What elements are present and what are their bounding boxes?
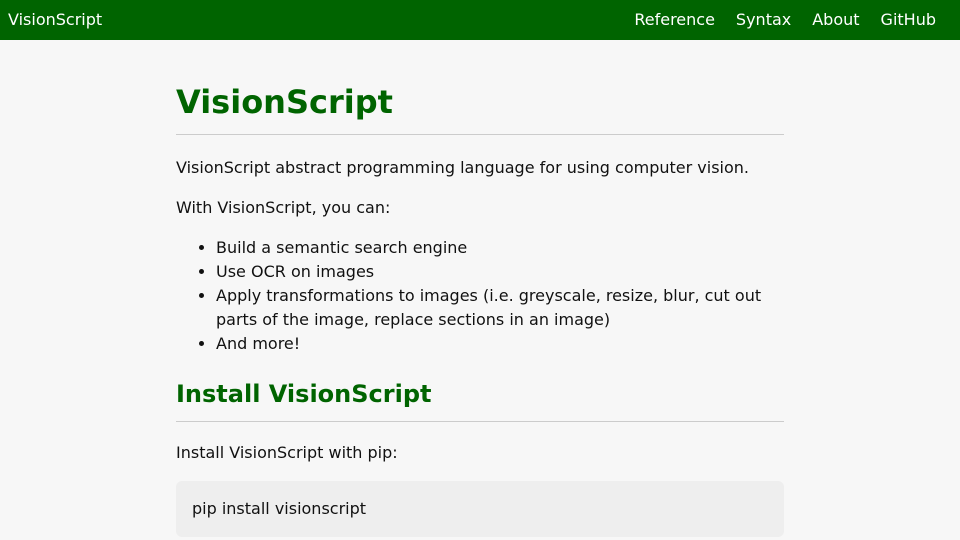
list-item: And more! xyxy=(216,332,784,356)
main-content: VisionScript VisionScript abstract progr… xyxy=(176,40,784,537)
top-navbar: VisionScript Reference Syntax About GitH… xyxy=(0,0,960,40)
list-item: Use OCR on images xyxy=(216,260,784,284)
nav-link-syntax[interactable]: Syntax xyxy=(736,10,791,30)
install-code-block[interactable]: pip install visionscript xyxy=(176,481,784,537)
capabilities-intro: With VisionScript, you can: xyxy=(176,198,391,217)
page-title: VisionScript xyxy=(176,83,393,121)
brand-link[interactable]: VisionScript xyxy=(8,10,102,30)
list-item: Apply transformations to images (i.e. gr… xyxy=(216,284,784,332)
install-heading: Install VisionScript xyxy=(176,380,432,408)
intro-paragraph: VisionScript abstract programming langua… xyxy=(176,158,749,177)
install-command[interactable]: pip install visionscript xyxy=(192,499,366,518)
main-nav: Reference Syntax About GitHub xyxy=(634,10,936,30)
nav-link-reference[interactable]: Reference xyxy=(634,10,715,30)
title-divider xyxy=(176,134,784,135)
install-divider xyxy=(176,421,784,422)
install-instructions: Install VisionScript with pip: xyxy=(176,443,398,462)
nav-link-about[interactable]: About xyxy=(812,10,859,30)
nav-link-github[interactable]: GitHub xyxy=(881,10,936,30)
list-item: Build a semantic search engine xyxy=(216,236,784,260)
feature-list: Build a semantic search engine Use OCR o… xyxy=(176,236,784,356)
